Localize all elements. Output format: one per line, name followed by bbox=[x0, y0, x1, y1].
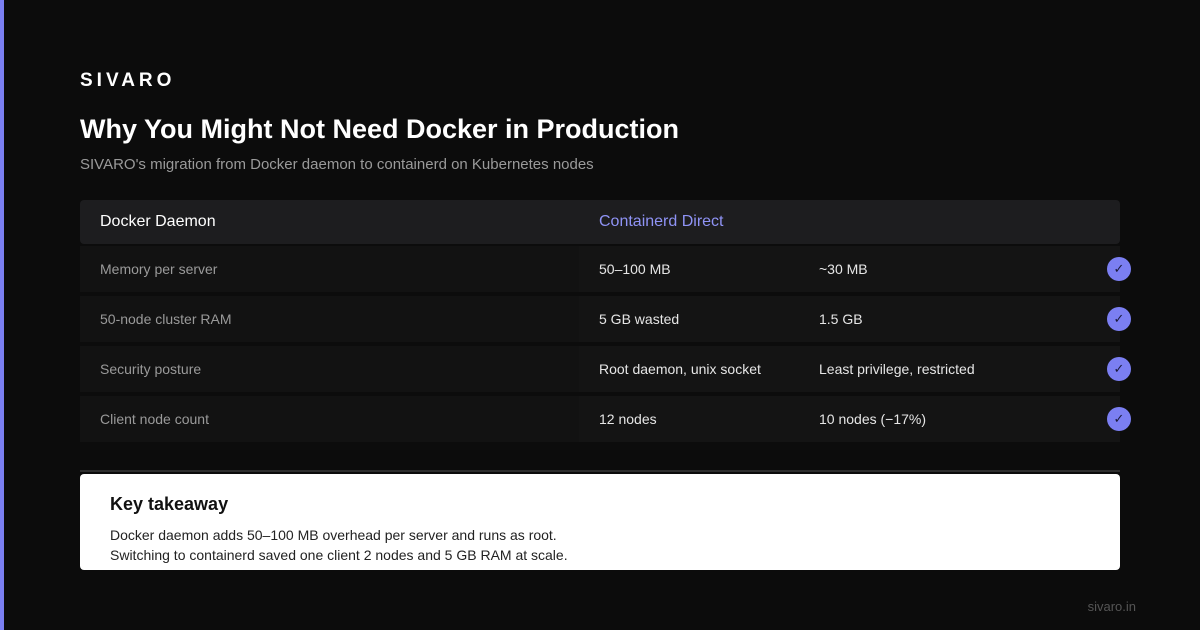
table-row: Client node count 12 nodes 10 nodes (−17… bbox=[80, 394, 1131, 444]
header-docker-daemon: Docker Daemon bbox=[80, 200, 579, 244]
section-divider bbox=[80, 470, 1120, 472]
containerd-value: 1.5 GB bbox=[819, 311, 863, 327]
row-values: 5 GB wasted 1.5 GB ✓ bbox=[579, 296, 1131, 342]
row-values: Root daemon, unix socket Least privilege… bbox=[579, 346, 1131, 392]
row-label: Memory per server bbox=[80, 246, 579, 292]
check-icon: ✓ bbox=[1107, 257, 1131, 281]
comparison-table: Docker Daemon Containerd Direct Memory p… bbox=[80, 200, 1131, 444]
takeaway-body: Docker daemon adds 50–100 MB overhead pe… bbox=[110, 525, 1090, 565]
row-label: Client node count bbox=[80, 396, 579, 442]
takeaway-title: Key takeaway bbox=[110, 494, 229, 514]
row-values: 12 nodes 10 nodes (−17%) ✓ bbox=[579, 396, 1131, 442]
row-label: Security posture bbox=[80, 346, 579, 392]
page-title: Why You Might Not Need Docker in Product… bbox=[80, 114, 680, 144]
check-icon: ✓ bbox=[1107, 357, 1131, 381]
table-row: Memory per server 50–100 MB ~30 MB ✓ bbox=[80, 244, 1131, 294]
key-takeaway-card: Key takeaway Docker daemon adds 50–100 M… bbox=[80, 474, 1120, 570]
footer-url: sivaro.in bbox=[1087, 599, 1136, 614]
containerd-value: Least privilege, restricted bbox=[819, 361, 975, 377]
containerd-value: ~30 MB bbox=[819, 261, 868, 277]
takeaway-line-1: Docker daemon adds 50–100 MB overhead pe… bbox=[110, 527, 557, 543]
takeaway-line-2: Switching to containerd saved one client… bbox=[110, 547, 568, 563]
table-row: 50-node cluster RAM 5 GB wasted 1.5 GB ✓ bbox=[80, 294, 1131, 344]
docker-value: Root daemon, unix socket bbox=[599, 361, 761, 377]
docker-value: 5 GB wasted bbox=[599, 311, 680, 327]
docker-value: 50–100 MB bbox=[599, 261, 671, 277]
check-icon: ✓ bbox=[1107, 307, 1131, 331]
accent-bar bbox=[0, 0, 4, 630]
table-header: Docker Daemon Containerd Direct bbox=[80, 200, 1120, 244]
header-containerd-direct: Containerd Direct bbox=[579, 200, 1120, 244]
row-values: 50–100 MB ~30 MB ✓ bbox=[579, 246, 1131, 292]
check-icon: ✓ bbox=[1107, 407, 1131, 431]
containerd-value: 10 nodes (−17%) bbox=[819, 411, 927, 427]
docker-value: 12 nodes bbox=[599, 411, 657, 427]
row-label: 50-node cluster RAM bbox=[80, 296, 579, 342]
page-subtitle: SIVARO's migration from Docker daemon to… bbox=[80, 156, 594, 173]
brand-logo: SIVARO bbox=[80, 70, 176, 91]
table-row: Security posture Root daemon, unix socke… bbox=[80, 344, 1131, 394]
